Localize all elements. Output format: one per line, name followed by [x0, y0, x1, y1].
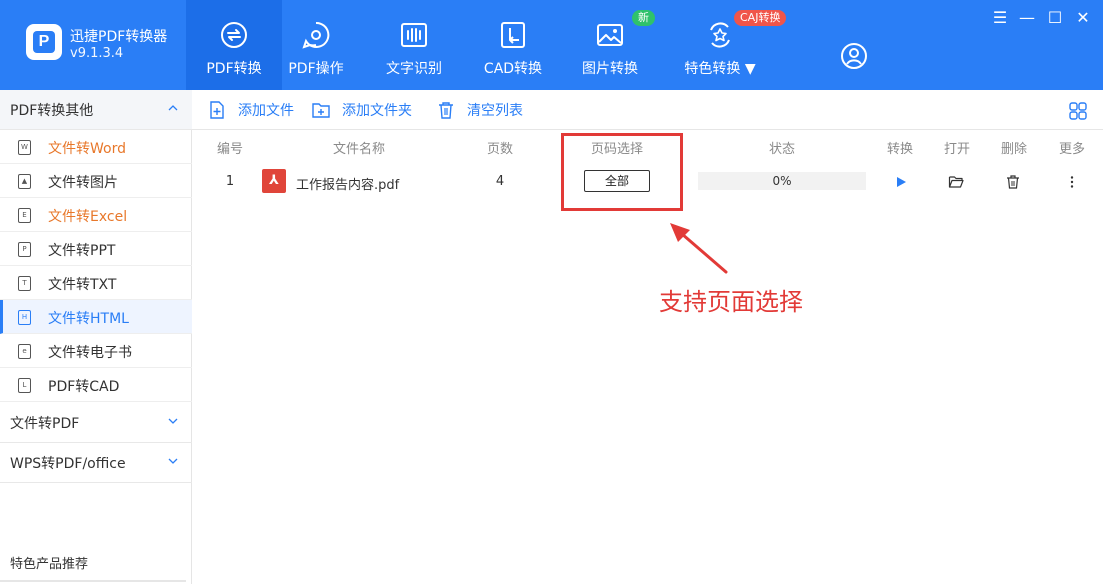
pdf-file-icon: ⅄: [262, 169, 286, 193]
sidebar-item-html[interactable]: H 文件转HTML: [0, 300, 192, 334]
add-folder-button[interactable]: 添加文件夹: [312, 100, 412, 120]
play-icon[interactable]: [893, 174, 909, 190]
header-index: 编号: [216, 142, 243, 157]
trash-icon: [439, 102, 453, 119]
word-file-icon: W: [18, 140, 31, 155]
toolbar: 添加文件 添加文件夹 清空列表: [192, 90, 1103, 130]
featured-products-label: 特色产品推荐: [10, 557, 89, 572]
annotation-arrow-icon: [670, 223, 728, 274]
pdf-operate-icon: [302, 21, 330, 49]
sidebar-item-label: 文件转电子书: [48, 345, 132, 361]
sidebar-group-label: PDF转换其他: [10, 102, 94, 119]
sidebar-group-file-to-pdf[interactable]: 文件转PDF: [0, 403, 192, 443]
header-delete: 删除: [1000, 142, 1027, 157]
annotation-text: 支持页面选择: [659, 288, 803, 316]
sidebar-item-label: 文件转PPT: [48, 243, 116, 259]
clear-list-label: 清空列表: [467, 103, 523, 119]
image-convert-icon: [597, 24, 623, 46]
sidebar-item-image[interactable]: ▲ 文件转图片: [0, 164, 192, 198]
image-file-icon: ▲: [18, 174, 31, 189]
add-folder-icon: [312, 103, 330, 118]
grid-view-icon[interactable]: [1069, 102, 1087, 120]
header-convert: 转换: [886, 142, 913, 157]
cad-convert-icon: [501, 22, 525, 48]
delete-icon[interactable]: [1005, 174, 1021, 190]
tab-label: 特色转换 ▼: [684, 61, 756, 77]
menu-icon[interactable]: ☰: [990, 8, 1010, 27]
tab-cad-convert[interactable]: CAD转换: [465, 0, 561, 90]
open-folder-icon[interactable]: [948, 174, 964, 190]
sidebar-item-ebook[interactable]: e 文件转电子书: [0, 334, 192, 368]
app-version: v9.1.3.4: [70, 46, 124, 61]
ocr-icon: [401, 23, 427, 47]
special-convert-icon: [710, 22, 730, 48]
header-open: 打开: [943, 142, 970, 157]
chevron-down-icon: [168, 458, 178, 464]
chevron-up-icon: [168, 105, 178, 111]
tab-pdf-operate[interactable]: PDF操作: [268, 0, 364, 90]
cad-file-icon: L: [18, 378, 31, 393]
add-file-button[interactable]: 添加文件: [208, 100, 294, 120]
sidebar-item-txt[interactable]: T 文件转TXT: [0, 266, 192, 300]
pdf-convert-icon: [221, 22, 247, 48]
tab-label: PDF转换: [206, 61, 262, 77]
app-name: 迅捷PDF转换器: [70, 29, 168, 45]
row-index: 1: [225, 174, 235, 189]
add-file-icon: [210, 101, 224, 119]
caj-badge: CAJ转换: [734, 10, 787, 26]
add-folder-label: 添加文件夹: [342, 103, 412, 119]
logo-letter: P: [33, 31, 55, 53]
row-file-name: 工作报告内容.pdf: [296, 178, 400, 193]
new-badge: 新: [632, 10, 655, 26]
maximize-icon[interactable]: ☐: [1045, 8, 1065, 27]
sidebar-item-label: 文件转Word: [48, 141, 126, 157]
progress-bar: 0%: [698, 172, 866, 190]
tab-label: PDF操作: [288, 61, 344, 77]
divider: [0, 580, 186, 582]
tab-label: 文字识别: [386, 61, 442, 77]
sidebar-group-label: 文件转PDF: [10, 415, 80, 432]
sidebar-item-label: PDF转CAD: [48, 379, 120, 395]
chevron-down-icon: [168, 418, 178, 424]
header-status: 状态: [768, 142, 795, 157]
sidebar-item-label: 文件转HTML: [48, 311, 129, 327]
sidebar-item-label: 文件转Excel: [48, 209, 128, 225]
ebook-file-icon: e: [18, 344, 31, 359]
txt-file-icon: T: [18, 276, 31, 291]
progress-text: 0%: [772, 174, 792, 188]
ppt-file-icon: P: [18, 242, 31, 257]
user-icon[interactable]: [840, 42, 868, 70]
sidebar-item-cad[interactable]: L PDF转CAD: [0, 368, 192, 402]
title-bar: P 迅捷PDF转换器 v9.1.3.4 PDF转换 PDF操作 文字识别 CAD…: [0, 0, 1103, 90]
minimize-icon[interactable]: —: [1017, 8, 1037, 27]
header-more: 更多: [1058, 142, 1085, 157]
sidebar-group-wps[interactable]: WPS转PDF/office: [0, 443, 192, 483]
app-logo: P: [26, 24, 62, 60]
excel-file-icon: E: [18, 208, 31, 223]
close-icon[interactable]: ✕: [1073, 8, 1093, 27]
row-pages: 4: [495, 174, 505, 189]
sidebar-item-ppt[interactable]: P 文件转PPT: [0, 232, 192, 266]
sidebar-item-label: 文件转图片: [48, 175, 118, 191]
tab-ocr[interactable]: 文字识别: [366, 0, 462, 90]
sidebar-item-excel[interactable]: E 文件转Excel: [0, 198, 192, 232]
tab-label: 图片转换: [582, 61, 638, 77]
sidebar-group-pdf-convert-other[interactable]: PDF转换其他: [0, 90, 192, 130]
sidebar-group-label: WPS转PDF/office: [10, 455, 126, 472]
header-pages: 页数: [486, 142, 513, 157]
add-file-label: 添加文件: [238, 103, 294, 119]
sidebar-item-label: 文件转TXT: [48, 277, 117, 293]
clear-list-button[interactable]: 清空列表: [437, 100, 523, 120]
tab-label: CAD转换: [483, 61, 543, 77]
header-name: 文件名称: [332, 142, 385, 157]
more-icon[interactable]: [1064, 174, 1080, 190]
sidebar: PDF转换其他 W 文件转Word ▲ 文件转图片 E 文件转Excel P 文…: [0, 90, 192, 584]
sidebar-item-word[interactable]: W 文件转Word: [0, 130, 192, 164]
highlight-box: [561, 133, 683, 211]
html-file-icon: H: [18, 310, 31, 325]
